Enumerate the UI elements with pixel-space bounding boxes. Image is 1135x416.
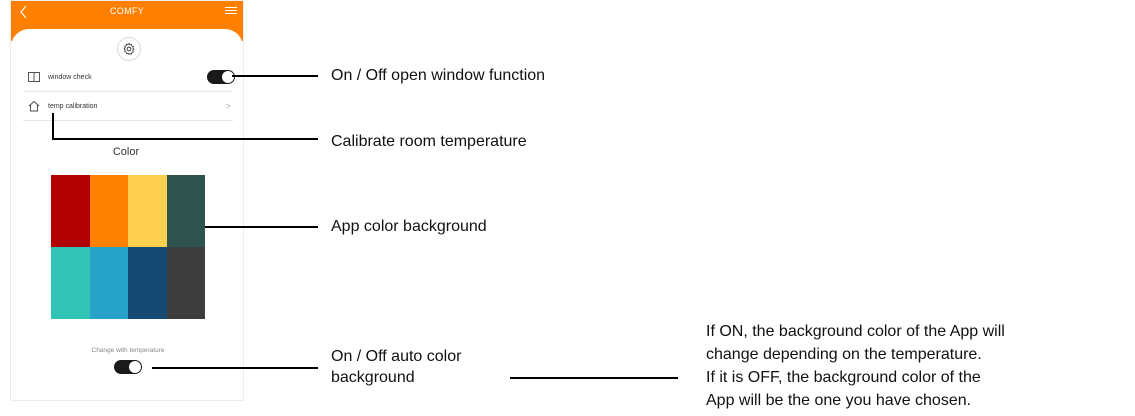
callout-line-calibrate-vertical: [52, 113, 54, 139]
callout-line-auto-color: [152, 367, 318, 369]
color-swatch-yellow[interactable]: [128, 175, 167, 247]
callout-app-color: App color background: [331, 218, 487, 235]
change-with-temperature-toggle[interactable]: [114, 360, 142, 374]
open-window-icon: [27, 70, 41, 84]
hamburger-menu-icon[interactable]: [225, 5, 237, 17]
callout-explanation: If ON, the background color of the App w…: [706, 320, 1005, 412]
color-swatch-blue[interactable]: [89, 247, 128, 319]
callout-line-color: [205, 226, 318, 228]
house-icon: [27, 99, 41, 113]
chevron-right-icon: >: [225, 101, 231, 111]
color-swatch-navy[interactable]: [128, 247, 167, 319]
color-swatch-grid: [51, 175, 205, 319]
window-check-toggle[interactable]: [207, 70, 235, 84]
change-with-temperature-label: Change with temperature: [91, 347, 165, 354]
gear-icon[interactable]: [117, 37, 141, 61]
color-swatch-charcoal[interactable]: [166, 247, 205, 319]
color-swatch-orange[interactable]: [89, 175, 128, 247]
callout-explanation-line2: change depending on the temperature.: [706, 346, 982, 363]
callout-window-function: On / Off open window function: [331, 67, 546, 84]
callout-explanation-line1: If ON, the background color of the App w…: [706, 323, 1005, 340]
callout-auto-color-line1: On / Off auto color: [331, 348, 462, 365]
color-swatch-teal[interactable]: [51, 247, 90, 319]
temp-calibration-label: temp calibration: [48, 102, 98, 110]
callout-line-calibrate: [52, 138, 318, 140]
callout-explanation-line4: App will be the one you have chosen.: [706, 392, 972, 409]
window-check-row[interactable]: window check: [23, 63, 235, 92]
color-swatch-dark-green[interactable]: [166, 175, 205, 247]
callout-calibrate: Calibrate room temperature: [331, 133, 527, 150]
color-section-title: Color: [112, 146, 140, 158]
callout-line-explanation: [510, 377, 678, 379]
app-title: COMFY: [110, 6, 144, 16]
color-swatch-red[interactable]: [51, 175, 90, 247]
callout-explanation-line3: If it is OFF, the background color of th…: [706, 369, 981, 386]
window-check-label: window check: [48, 73, 92, 81]
callout-line-window: [232, 75, 318, 77]
callout-auto-color-line2: background: [331, 369, 415, 386]
temp-calibration-row[interactable]: temp calibration >: [23, 92, 233, 121]
callout-auto-color: On / Off auto color background: [331, 346, 461, 388]
